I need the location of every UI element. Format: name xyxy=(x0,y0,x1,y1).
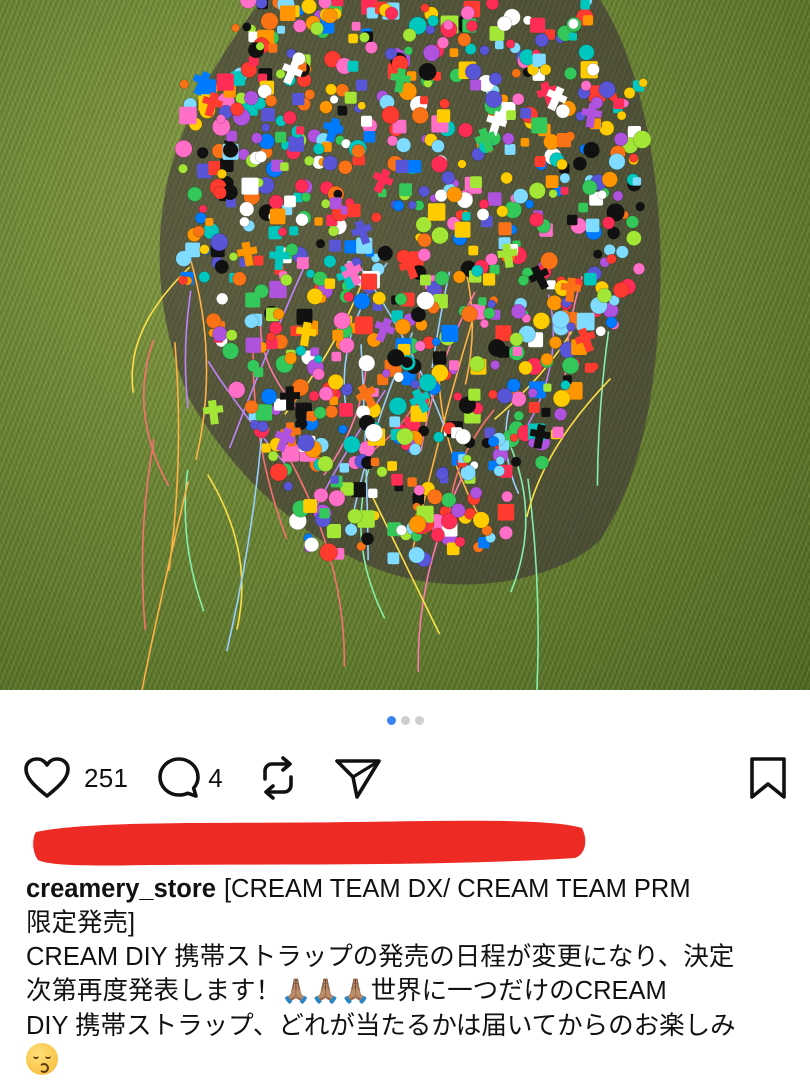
carousel-dot xyxy=(414,715,424,725)
carousel-dot-active xyxy=(386,715,396,725)
caption-line: [CREAM TEAM DX/ CREAM TEAM PRM xyxy=(223,875,691,903)
caption-line: 限定発売] xyxy=(26,909,136,937)
comment-bubble-icon xyxy=(158,757,201,798)
redacted-liked-by-text xyxy=(31,820,586,866)
post-caption: creamery_store [CREAM TEAM DX/ CREAM TEAM… xyxy=(26,872,796,1078)
carousel-dot xyxy=(400,715,410,725)
repost-button[interactable] xyxy=(257,755,299,801)
beaded-straps-illustration xyxy=(131,0,661,690)
post-action-bar: 251 4 xyxy=(22,752,788,804)
heart-icon xyxy=(24,757,70,798)
caption-line: DIY 携帯ストラップ、どれが当たるかは届いてからのお楽しみ xyxy=(26,1012,736,1040)
repost-icon xyxy=(263,756,293,800)
comment-count: 4 xyxy=(208,762,224,793)
carousel-indicator xyxy=(0,712,810,728)
caption-line: 世界に一つだけのCREAM xyxy=(370,977,667,1005)
caption-line: CREAM DIY 携帯ストラップの発売の日程が変更になり、決定 xyxy=(26,943,735,971)
like-button[interactable]: 251 xyxy=(22,756,128,800)
praying-hands-emoji: 🙏🏽🙏🏽🙏🏽 xyxy=(281,978,371,1005)
like-count: 251 xyxy=(84,762,129,793)
send-paper-plane-icon xyxy=(335,759,381,799)
caption-username[interactable]: creamery_store xyxy=(26,875,216,903)
comment-button[interactable]: 4 xyxy=(156,755,223,801)
caption-line: 次第再度発表します！ xyxy=(26,977,282,1005)
save-button[interactable] xyxy=(748,755,788,801)
kissing-face-emoji xyxy=(26,1043,58,1075)
bookmark-icon xyxy=(750,757,786,799)
post-image[interactable] xyxy=(0,0,810,690)
share-button[interactable] xyxy=(333,755,383,801)
